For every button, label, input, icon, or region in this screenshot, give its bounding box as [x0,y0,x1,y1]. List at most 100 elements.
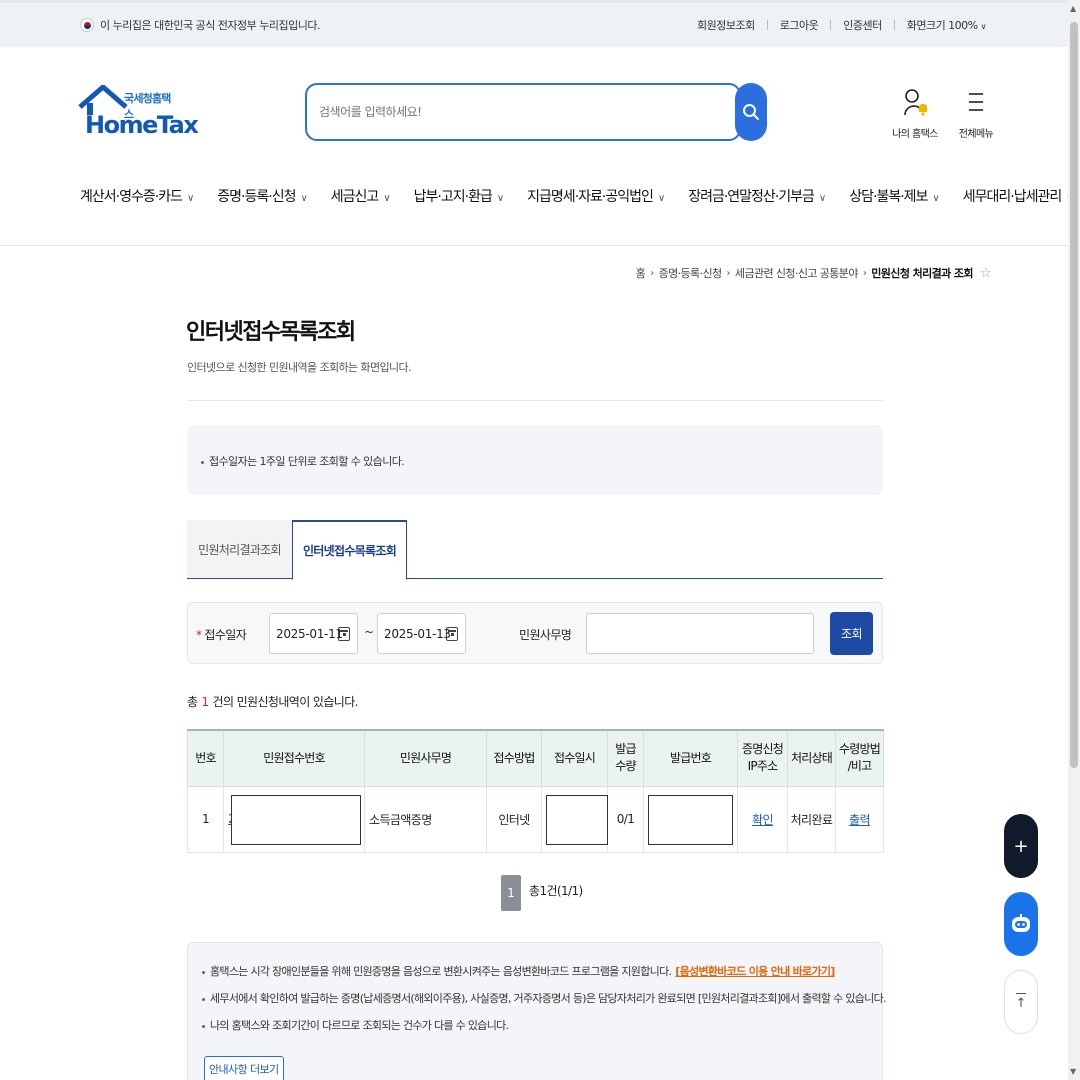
breadcrumb-item[interactable]: 세금관련 신청·신고 공통분야 [735,265,859,281]
chevron-right-icon: › [650,267,654,279]
info-line: 세무서에서 확인하여 발급하는 증명(납세증명서(해외이주용), 사실증명, 거… [202,992,886,1006]
result-count: 총 1 건의 민원신청내역이 있습니다. [187,693,358,710]
gov-notice-text: 이 누리집은 대한민국 공식 전자정부 누리집입니다. [100,19,321,32]
star-favorite-icon[interactable]: ☆ [980,266,992,281]
calendar-icon[interactable] [338,627,350,641]
gnb-item-tax-agent[interactable]: 세무대리·납세관리∨ [963,186,1074,206]
tab-processing-result[interactable]: 민원처리결과조회 [187,520,292,579]
ip-check-link[interactable]: 확인 [752,813,773,827]
cell-issue-qty: 0/1 [607,785,644,853]
header-no: 번호 [187,729,224,787]
logout-link[interactable]: 로그아웃 [780,17,819,33]
page-button-current[interactable]: 1 [501,875,521,911]
top-bar-line [1016,992,1026,995]
header-text: 증명신청 [742,742,784,757]
search-input[interactable] [319,105,719,119]
gnb-item-statements[interactable]: 지급명세·자료·공익법인 ∨ [527,186,665,206]
header-receipt-no: 민원접수번호 [223,729,365,787]
info-line: 나의 홈택스와 조회기간이 다르므로 조회되는 건수가 다를 수 있습니다. [202,1019,868,1033]
divider [187,400,883,401]
chevron-right-icon: › [862,267,867,279]
page-description: 인터넷으로 신청한 민원내역을 조회하는 화면입니다. [187,361,412,374]
date-separator: ~ [364,625,375,639]
query-button[interactable]: 조회 [830,612,873,655]
top-utility-bar: 이 누리집은 대한민국 공식 전자정부 누리집입니다. 회원정보조회 로그아웃 … [0,0,1068,47]
zoom-control[interactable]: 화면크기 100% ∨ [906,17,987,33]
table-row: 1 2 소득금액증명 인터넷 0/1 확인 처리완료 출력 [187,785,884,853]
chevron-right-icon: › [726,267,731,279]
cert-center-link[interactable]: 인증센터 [843,17,882,33]
zoom-label: 화면크기 100% [906,19,978,32]
cell-method: 인터넷 [486,785,542,853]
chevron-down-icon: ∨ [980,22,987,31]
info-text: 세무서에서 확인하여 발급하는 증명(납세증명서(해외이주용), 사실증명, 거… [210,992,886,1005]
date-label-text: 접수일자 [204,628,247,642]
chatbot-icon [1012,914,1030,932]
utility-links: 회원정보조회 로그아웃 인증센터 화면크기 100% ∨ [697,17,987,33]
chatbot-button[interactable] [1004,892,1038,956]
gnb-item-payment[interactable]: 납부·고지·환급 ∨ [414,186,505,206]
breadcrumb-current: 민원신청 처리결과 조회 [871,267,973,280]
search-form: * 접수일자 2025-01-11 ~ 2025-01-13 민원사무명 조회 [187,602,883,664]
page-title: 인터넷접수목록조회 [186,320,356,345]
gnb-item-invoice[interactable]: 계산서·영수증·카드 ∨ [80,186,194,206]
date-from-input[interactable]: 2025-01-11 [269,613,358,654]
tab-internet-receipt-list[interactable]: 인터넷접수목록조회 [292,520,407,580]
gnb-item-consulting[interactable]: 상담·불복·제보 ∨ [849,186,940,206]
header-office-name: 민원사무명 [364,729,487,787]
my-hometax-label: 나의 홈택스 [892,129,938,140]
office-name-input[interactable] [586,613,814,654]
cell-receipt-no[interactable]: 2 [223,785,365,853]
page-scrollbar[interactable]: ▲ ▼ [1068,0,1080,1080]
more-info-button[interactable]: 안내사항 더보기 [204,1056,284,1080]
office-name-label: 민원사무명 [519,628,572,642]
scrollbar-thumb[interactable] [1070,22,1078,768]
info-box: 홈택스는 시각 장애인분들을 위해 민원증명을 음성으로 변환시켜주는 음성변환… [187,942,886,1080]
cell-receive: 출력 [835,785,884,853]
header-text: /비고 [847,759,873,774]
divider [893,20,895,30]
scroll-down-arrow-icon[interactable]: ▼ [1070,1067,1076,1076]
redacted-box [231,794,361,845]
gnb-item-tax-return[interactable]: 세금신고 ∨ [331,186,391,206]
divider [830,20,832,30]
logo-text: HomeTax [85,111,199,139]
redacted-box [546,794,608,845]
gnb-item-incentives[interactable]: 장려금·연말정산·기부금 ∨ [688,186,826,206]
chevron-down-icon: ∨ [383,193,390,204]
breadcrumb-home[interactable]: 홈 [636,265,646,281]
scroll-top-button[interactable]: ↑ [1004,970,1038,1034]
tab-bar: 민원처리결과조회 인터넷접수목록조회 [187,520,883,580]
hometax-logo[interactable]: 국세청홈택스 HomeTax [78,85,199,141]
plus-floating-button[interactable]: + [1004,814,1038,878]
gnb-item-certificate[interactable]: 증명·등록·신청 ∨ [217,186,308,206]
plus-icon: + [1013,835,1029,857]
notice-text: 접수일자는 1주일 단위로 조회할 수 있습니다. [209,455,405,468]
date-to-input[interactable]: 2025-01-13 [377,613,466,654]
header: 국세청홈택스 HomeTax 검색어를 입력하세요! 나의 홈택스 전체메뉴 [0,47,1068,162]
scroll-up-arrow-icon[interactable]: ▲ [1070,4,1076,13]
breadcrumb-item[interactable]: 증명·등록·신청 [659,265,723,281]
header-text: 발급 [615,742,636,757]
member-info-link[interactable]: 회원정보조회 [697,17,755,33]
date-to-value: 2025-01-13 [384,626,451,641]
gov-banner[interactable]: 이 누리집은 대한민국 공식 전자정부 누리집입니다. [80,17,321,33]
header-status: 처리상태 [787,729,836,787]
header-issue-qty: 발급 수량 [607,729,644,787]
my-hometax-button[interactable]: 나의 홈택스 [890,85,940,140]
gnb-item-label: 상담·불복·제보 [849,189,928,205]
bullet-icon [202,970,205,974]
gnb-item-label: 증명·등록·신청 [217,189,296,205]
search-icon [743,104,759,120]
chevron-down-icon: ∨ [932,193,939,204]
search-bar [305,83,767,141]
all-menu-button[interactable]: 전체메뉴 [955,85,997,140]
voice-barcode-guide-link[interactable]: [음성변환바코드 이용 안내 바로가기] [675,965,835,978]
chevron-down-icon: ∨ [300,193,307,204]
search-button[interactable] [735,83,767,141]
calendar-icon[interactable] [446,627,458,641]
notice-box: 접수일자는 1주일 단위로 조회할 수 있습니다. [187,425,883,495]
redacted-box [648,794,733,845]
print-link[interactable]: 출력 [849,813,870,827]
korea-flag-icon [80,18,94,32]
